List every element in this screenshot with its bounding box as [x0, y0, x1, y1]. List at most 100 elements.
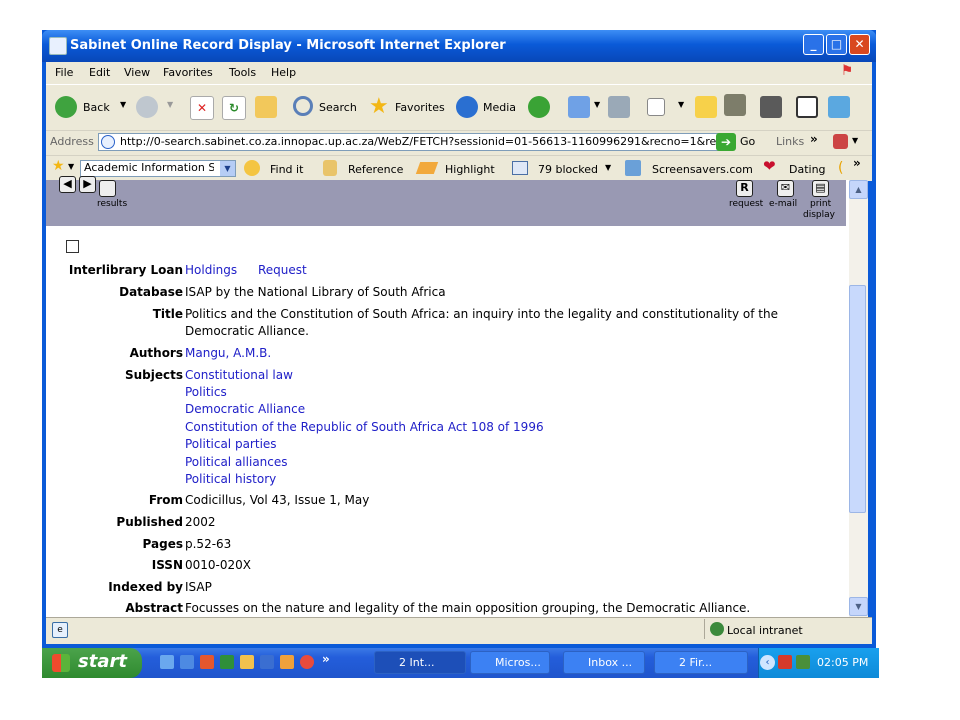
search-button-label[interactable]: Search — [319, 101, 357, 114]
favorites-star-icon[interactable]: ★ — [369, 94, 389, 119]
translate-icon[interactable] — [833, 134, 848, 149]
refresh-icon[interactable]: ↻ — [222, 96, 246, 120]
tray-security-icon[interactable] — [778, 655, 792, 669]
print-label[interactable]: print — [810, 199, 831, 209]
close-button[interactable]: ✕ — [849, 34, 870, 55]
edit-dropdown-icon[interactable]: ▼ — [678, 100, 684, 109]
stop-icon[interactable]: ✕ — [190, 96, 214, 120]
mail-icon[interactable] — [568, 96, 590, 118]
scroll-thumb[interactable] — [849, 285, 866, 513]
subject-link[interactable]: Constitution of the Republic of South Af… — [185, 420, 544, 434]
scroll-down-icon[interactable]: ▼ — [849, 597, 868, 616]
next-record-icon[interactable]: ▶ — [79, 176, 96, 193]
screensavers-link[interactable]: Screensavers.com — [652, 163, 753, 176]
quicklaunch-chevron-icon[interactable]: » — [322, 652, 330, 666]
subject-link[interactable]: Politics — [185, 385, 227, 399]
research-icon[interactable] — [724, 94, 746, 116]
forward-arrow-icon[interactable] — [136, 96, 158, 118]
taskbar-inbox[interactable]: Inbox ... — [563, 651, 645, 674]
menu-help[interactable]: Help — [271, 66, 296, 79]
subject-link[interactable]: Constitutional law — [185, 368, 293, 382]
taskbar-word-doc[interactable]: Micros... — [470, 651, 550, 674]
menu-view[interactable]: View — [124, 66, 150, 79]
display-label[interactable]: display — [803, 210, 835, 220]
quicklaunch-excel-icon[interactable] — [220, 655, 234, 669]
email-label[interactable]: e-mail — [769, 199, 797, 209]
popups-blocked-link[interactable]: 79 blocked — [538, 163, 598, 176]
quicklaunch-word-icon[interactable] — [260, 655, 274, 669]
messenger-icon[interactable] — [760, 96, 782, 118]
edit-icon[interactable] — [647, 98, 665, 116]
chevron-right-icon[interactable]: » — [810, 132, 818, 146]
back-dropdown-icon[interactable]: ▼ — [120, 100, 126, 109]
address-url[interactable]: http://0-search.sabinet.co.za.innopac.up… — [120, 135, 722, 148]
back-button-label[interactable]: Back — [83, 101, 110, 114]
toolbar-extra-icon[interactable] — [796, 96, 818, 118]
heart-icon[interactable]: ❤ — [763, 157, 776, 175]
quicklaunch-app-icon[interactable] — [200, 655, 214, 669]
previous-record-icon[interactable]: ◀ — [59, 176, 76, 193]
translate-dropdown-icon[interactable]: ▼ — [852, 136, 858, 145]
author-link[interactable]: Mangu, A.M.B. — [185, 346, 271, 360]
subject-link[interactable]: Political alliances — [185, 455, 288, 469]
academic-info-select-value[interactable]: Academic Information Ser — [84, 161, 214, 174]
favorites-dropdown-icon[interactable]: ▼ — [68, 162, 74, 171]
results-label[interactable]: results — [97, 199, 127, 209]
select-record-checkbox[interactable] — [66, 240, 79, 253]
taskbar-firefox-group[interactable]: 2 Fir... — [654, 651, 748, 674]
popup-blocker-icon[interactable] — [512, 161, 528, 175]
select-dropdown-icon[interactable]: ▼ — [220, 161, 235, 176]
maximize-button[interactable]: □ — [826, 34, 847, 55]
quicklaunch-folder-icon[interactable] — [240, 655, 254, 669]
dating-link[interactable]: Dating — [789, 163, 826, 176]
print-display-icon[interactable]: ▤ — [812, 180, 829, 197]
menu-tools[interactable]: Tools — [229, 66, 256, 79]
media-button-label[interactable]: Media — [483, 101, 516, 114]
tray-network-icon[interactable] — [796, 655, 810, 669]
minimize-button[interactable]: _ — [803, 34, 824, 55]
quicklaunch-powerpoint-icon[interactable] — [280, 655, 294, 669]
search-icon[interactable] — [293, 96, 313, 116]
print-icon[interactable] — [608, 96, 630, 118]
menu-favorites[interactable]: Favorites — [163, 66, 213, 79]
menu-edit[interactable]: Edit — [89, 66, 110, 79]
reference-link[interactable]: Reference — [348, 163, 403, 176]
links-overflow-chevron-icon[interactable]: » — [853, 156, 861, 170]
reference-icon[interactable] — [323, 160, 337, 176]
highlight-link[interactable]: Highlight — [445, 163, 495, 176]
tray-expand-icon[interactable]: ‹ — [760, 655, 775, 670]
home-icon[interactable] — [255, 96, 277, 118]
links-label[interactable]: Links — [776, 135, 804, 148]
favorites-button-label[interactable]: Favorites — [395, 101, 445, 114]
notes-icon[interactable] — [695, 96, 717, 118]
find-it-icon[interactable] — [244, 160, 260, 176]
screensavers-icon[interactable] — [625, 160, 641, 176]
menu-file[interactable]: File — [55, 66, 73, 79]
forward-dropdown-icon[interactable]: ▼ — [167, 100, 173, 109]
media-icon[interactable] — [456, 96, 478, 118]
mail-dropdown-icon[interactable]: ▼ — [594, 100, 600, 109]
messenger-people-icon[interactable] — [828, 96, 850, 118]
back-arrow-icon[interactable] — [55, 96, 77, 118]
quicklaunch-media-icon[interactable] — [300, 655, 314, 669]
scroll-up-icon[interactable]: ▲ — [849, 180, 868, 199]
favorites-star-small-icon[interactable]: ★ — [52, 158, 65, 174]
start-label[interactable]: start — [78, 651, 127, 672]
history-icon[interactable] — [528, 96, 550, 118]
request-label[interactable]: request — [729, 199, 763, 209]
quicklaunch-ie-icon[interactable] — [160, 655, 174, 669]
request-icon[interactable]: R — [736, 180, 753, 197]
subject-link[interactable]: Political parties — [185, 437, 277, 451]
more-links-icon[interactable]: ( — [838, 160, 843, 176]
quicklaunch-browser-icon[interactable] — [180, 655, 194, 669]
holdings-link[interactable]: Holdings — [185, 263, 237, 277]
go-button[interactable]: Go — [740, 135, 755, 148]
email-icon[interactable]: ✉ — [777, 180, 794, 197]
subject-link[interactable]: Political history — [185, 472, 276, 486]
taskbar-ie-group[interactable]: 2 Int... — [374, 651, 466, 674]
results-icon[interactable] — [99, 180, 116, 197]
find-it-link[interactable]: Find it — [270, 163, 303, 176]
request-link[interactable]: Request — [258, 263, 307, 277]
blocked-dropdown-icon[interactable]: ▼ — [605, 163, 611, 172]
subject-link[interactable]: Democratic Alliance — [185, 402, 305, 416]
